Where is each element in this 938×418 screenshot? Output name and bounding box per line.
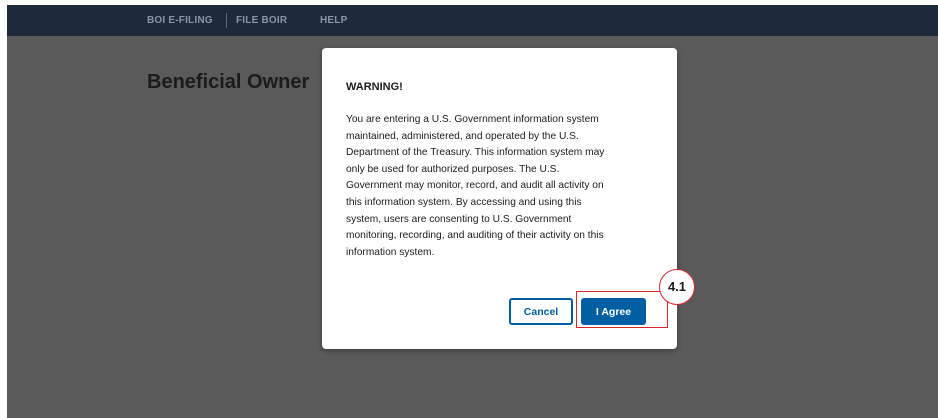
nav-separator: [226, 13, 227, 28]
modal-body-line: Department of the Treasury. This informa…: [346, 147, 605, 159]
modal-body-line: this information system. By accessing an…: [346, 196, 582, 208]
modal-body-line: information system.: [346, 246, 435, 258]
top-navigation: BOI E-FILING FILE BOIR HELP: [7, 5, 938, 36]
nav-item-file-boir[interactable]: FILE BOIR: [236, 5, 287, 36]
modal-body: You are entering a U.S. Government infor…: [346, 112, 658, 261]
modal-body-line: system, users are consenting to U.S. Gov…: [346, 213, 572, 225]
app-frame: BOI E-FILING FILE BOIR HELP Beneficial O…: [7, 5, 938, 418]
cancel-button[interactable]: Cancel: [509, 298, 573, 325]
modal-body-line: only be used for authorized purposes. Th…: [346, 163, 560, 175]
page-title: Beneficial Owner: [147, 71, 310, 93]
step-number-badge: 4.1: [659, 269, 695, 305]
modal-body-line: maintained, administered, and operated b…: [346, 130, 579, 142]
modal-body-line: monitoring, recording, and auditing of t…: [346, 230, 604, 242]
modal-body-line: You are entering a U.S. Government infor…: [346, 114, 599, 125]
modal-title: WARNING!: [346, 81, 403, 93]
nav-item-boi-efiling[interactable]: BOI E-FILING: [147, 5, 213, 36]
step-highlight-box: [576, 291, 668, 328]
nav-item-help[interactable]: HELP: [320, 5, 347, 36]
modal-body-line: Government may monitor, record, and audi…: [346, 180, 604, 192]
